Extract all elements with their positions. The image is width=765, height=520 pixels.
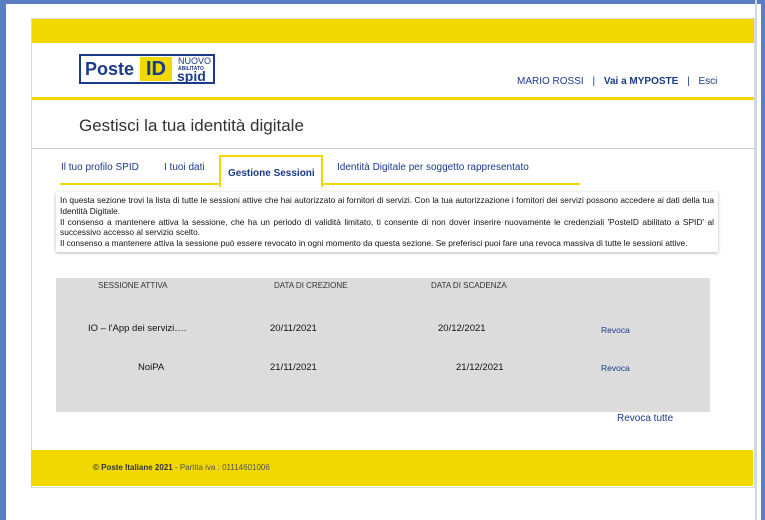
info-paragraph: Il consenso a mantenere attiva la sessio… [60,216,714,238]
tab-gestione-sessioni[interactable]: Gestione Sessioni [219,155,323,187]
logo-brand: Poste [85,59,135,79]
column-header-created: DATA DI CREZIONE [274,281,348,290]
revoke-button[interactable]: Revoca [601,363,630,373]
logout-link[interactable]: Esci [699,76,718,87]
session-expires: 21/12/2021 [456,362,504,373]
user-name[interactable]: MARIO ROSSI [517,76,584,87]
session-expires: 20/12/2021 [438,323,486,334]
logo-nuovo: NUOVO [178,56,212,66]
sessions-table: SESSIONE ATTIVA DATA DI CREZIONE DATA DI… [56,278,710,412]
nav-separator: | [687,76,690,87]
info-paragraph: In questa sezione trovi la lista di tutt… [60,195,714,216]
session-name: IO – l'App dei servizi…. [88,323,187,334]
column-header-expires: DATA DI SCADENZA [431,281,507,290]
window-frame-right [761,0,765,520]
window-frame-top [0,0,765,4]
title-divider [32,148,754,149]
column-header-session: SESSIONE ATTIVA [98,281,168,290]
page-title: Gestisci la tua identità digitale [79,116,304,135]
logo-box: Poste ID NUOVO ABILITATO spid [79,54,215,84]
revoke-all-button[interactable]: Revoca tutte [617,413,673,424]
footer: © Poste Italiane 2021 - Partita iva : 01… [31,450,753,486]
nav-separator: | [592,76,596,87]
session-created: 21/11/2021 [270,362,317,373]
revoke-button[interactable]: Revoca [601,325,630,335]
info-paragraph: Il consenso a mantenere attiva la sessio… [60,238,688,249]
user-nav: MARIO ROSSI | Vai a MYPOSTE | Esci [517,76,717,87]
footer-company: © Poste Italiane 2021 [93,463,173,472]
info-text: In questa sezione trovi la lista di tutt… [56,192,718,252]
tab-tuoi-dati[interactable]: I tuoi dati [164,162,205,173]
logo-spid: spid [177,68,206,84]
footer-vat: - Partita iva : 01114601006 [172,463,270,472]
window-frame-right-inner [755,0,757,520]
header-divider [32,97,754,100]
myposte-link[interactable]: Vai a MYPOSTE [604,76,678,87]
window-frame-left [0,0,6,520]
session-name: NoiPA [138,362,165,373]
footer-text: © Poste Italiane 2021 - Partita iva : 01… [93,463,270,472]
tab-profilo-spid[interactable]: Il tuo profilo SPID [61,162,139,173]
top-yellow-band [32,19,754,43]
logo-id: ID [140,57,172,81]
tab-soggetto-rappresentato[interactable]: Identità Digitale per soggetto rappresen… [337,162,529,173]
tab-gestione-sessioni-label: Gestione Sessioni [228,168,315,179]
session-created: 20/11/2021 [270,323,317,334]
